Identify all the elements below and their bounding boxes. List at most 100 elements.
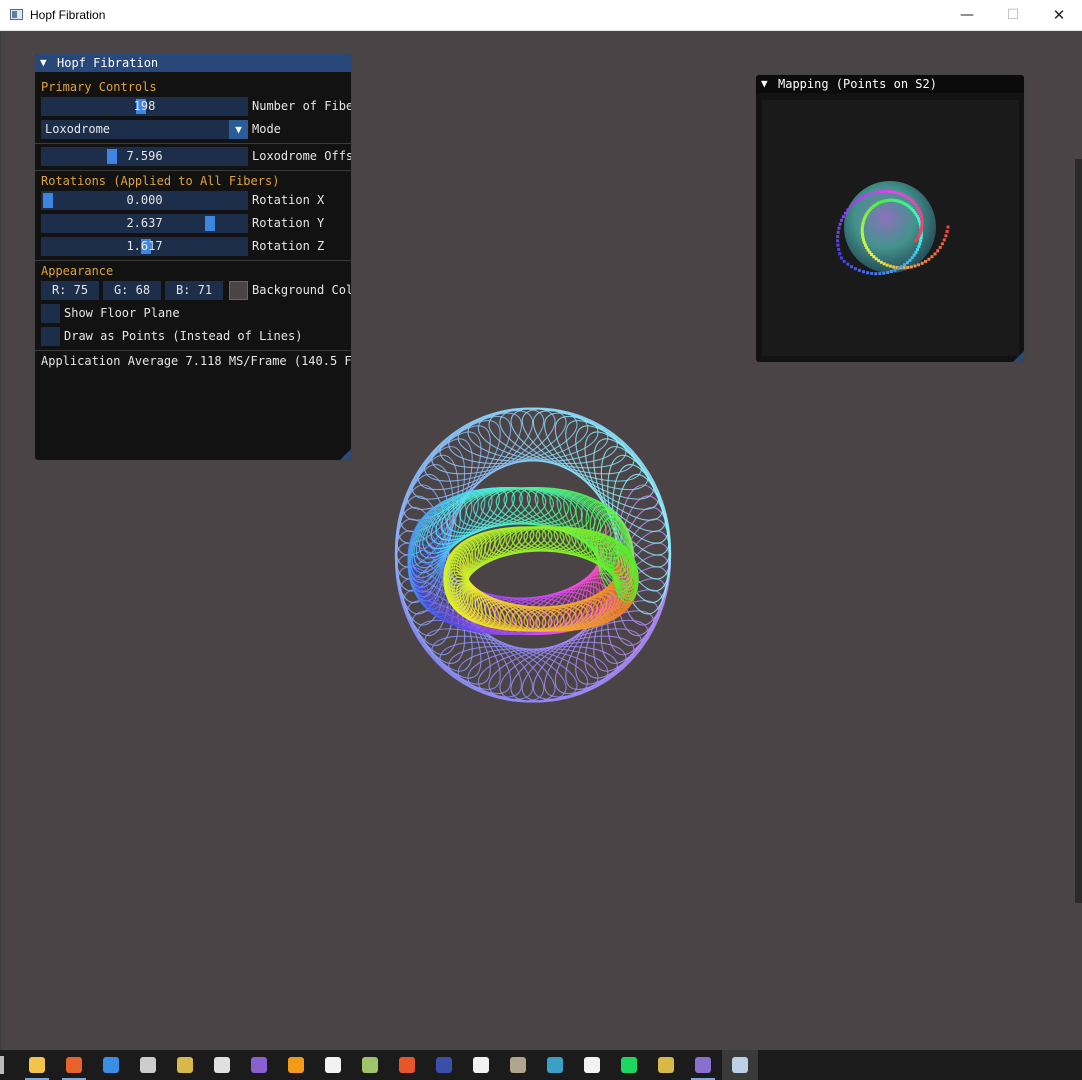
start-button[interactable] (0, 1056, 4, 1074)
s2-point (889, 270, 893, 273)
resize-grip-icon[interactable] (340, 449, 351, 460)
s2-point (903, 263, 907, 267)
s2-point (879, 260, 883, 264)
taskbar-visual-studio[interactable] (241, 1050, 277, 1080)
bg-color-swatch[interactable] (229, 281, 248, 300)
mapping-panel[interactable]: ▼ Mapping (Points on S2) (755, 74, 1025, 363)
minimize-button[interactable]: — (944, 0, 990, 30)
s2-point (942, 238, 946, 242)
controls-title-bar[interactable]: ▼ Hopf Fibration (35, 54, 351, 72)
s2-point (919, 236, 923, 240)
render-viewport[interactable]: ▼ Hopf Fibration Primary Controls 198 Nu… (0, 31, 1082, 1050)
rotation-z-slider[interactable]: 1.617 (41, 237, 248, 256)
s2-point (930, 255, 934, 259)
taskbar-command-prompt[interactable] (130, 1050, 166, 1080)
taskbar-gimp[interactable] (500, 1050, 536, 1080)
s2-point (866, 271, 870, 275)
s2-point (919, 239, 923, 243)
rotation-y-value: 2.637 (126, 216, 163, 230)
s2-point (944, 234, 948, 238)
s2-point (945, 230, 949, 233)
bg-red-input[interactable]: R: 75 (41, 281, 99, 300)
s2-mapping-view[interactable] (762, 100, 1019, 356)
s2-point (836, 230, 840, 234)
taskbar-krita[interactable] (537, 1050, 573, 1080)
taskbar-paint[interactable] (426, 1050, 462, 1080)
taskbar-git[interactable] (167, 1050, 203, 1080)
s2-point (864, 194, 868, 198)
chevron-down-icon[interactable]: ▼ (229, 120, 248, 139)
taskbar-cinema[interactable] (463, 1050, 499, 1080)
s2-point (920, 261, 924, 265)
taskbar-source-control[interactable] (315, 1050, 351, 1080)
bg-green-input[interactable]: G: 68 (103, 281, 161, 300)
s2-point (916, 248, 919, 251)
s2-point (850, 265, 853, 269)
collapse-triangle-icon[interactable]: ▼ (761, 75, 768, 93)
fibers-slider[interactable]: 198 (41, 97, 248, 116)
mapping-title-bar[interactable]: ▼ Mapping (Points on S2) (756, 75, 1024, 93)
s2-point (894, 191, 898, 194)
taskbar-terminal[interactable] (685, 1050, 721, 1080)
s2-point (844, 211, 847, 215)
taskbar-unity[interactable] (204, 1050, 240, 1080)
rotation-y-label: Rotation Y (252, 216, 325, 230)
s2-point (842, 259, 846, 263)
taskbar-hopf-app[interactable] (722, 1050, 758, 1080)
collapse-triangle-icon[interactable]: ▼ (40, 54, 47, 72)
bg-color-label: Background Col (252, 283, 352, 297)
primary-controls-heading: Primary Controls (41, 80, 157, 94)
maximize-button[interactable]: ☐ (990, 0, 1036, 30)
taskbar-file-explorer[interactable] (19, 1050, 55, 1080)
s2-point (897, 191, 901, 195)
krita-icon (547, 1057, 563, 1073)
draw-points-checkbox[interactable] (41, 327, 60, 346)
close-button[interactable]: ✕ (1036, 0, 1082, 30)
frame-stats: Application Average 7.118 MS/Frame (140.… (41, 354, 352, 368)
command-prompt-icon (140, 1057, 156, 1073)
s2-point (917, 245, 921, 249)
s2-point (862, 270, 865, 274)
mode-combo[interactable]: Loxodrome ▼ (41, 120, 248, 139)
gimp-icon (510, 1057, 526, 1073)
s2-point (892, 265, 896, 269)
controls-panel[interactable]: ▼ Hopf Fibration Primary Controls 198 Nu… (34, 53, 352, 461)
s2-point (913, 264, 917, 268)
s2-point (891, 190, 895, 194)
s2-point (936, 249, 940, 253)
window-title: Hopf Fibration (30, 8, 106, 22)
taskbar-firefox[interactable] (56, 1050, 92, 1080)
rotation-y-slider[interactable]: 2.637 (41, 214, 248, 233)
s2-point (927, 257, 931, 261)
mode-value: Loxodrome (45, 122, 111, 136)
resize-grip-icon[interactable] (1013, 351, 1024, 362)
s2-point (841, 215, 845, 219)
s2-point (900, 265, 904, 269)
taskbar-git-bash[interactable] (648, 1050, 684, 1080)
s2-point (940, 242, 944, 246)
taskbar-spotify[interactable] (611, 1050, 647, 1080)
s2-point (836, 243, 840, 247)
mode-label: Mode (252, 122, 281, 136)
taskbar-office[interactable] (389, 1050, 425, 1080)
taskbar-sublime-text[interactable] (278, 1050, 314, 1080)
separator (35, 350, 351, 351)
controls-title: Hopf Fibration (57, 56, 159, 70)
taskbar-blender[interactable] (574, 1050, 610, 1080)
s2-point (933, 252, 937, 256)
paint-icon (436, 1057, 452, 1073)
blender-icon (584, 1057, 600, 1073)
floor-plane-checkbox[interactable] (41, 304, 60, 323)
source-control-icon (325, 1057, 341, 1073)
taskbar-messenger[interactable] (93, 1050, 129, 1080)
s2-point (885, 263, 889, 267)
taskbar (0, 1050, 1082, 1080)
title-bar: Hopf Fibration — ☐ ✕ (0, 0, 1082, 31)
s2-point (882, 271, 886, 275)
bg-blue-input[interactable]: B: 71 (165, 281, 223, 300)
s2-point (886, 271, 890, 274)
offset-slider[interactable]: 7.596 (41, 147, 248, 166)
rotation-x-slider[interactable]: 0.000 (41, 191, 248, 210)
s2-point (905, 261, 909, 265)
taskbar-tool[interactable] (352, 1050, 388, 1080)
